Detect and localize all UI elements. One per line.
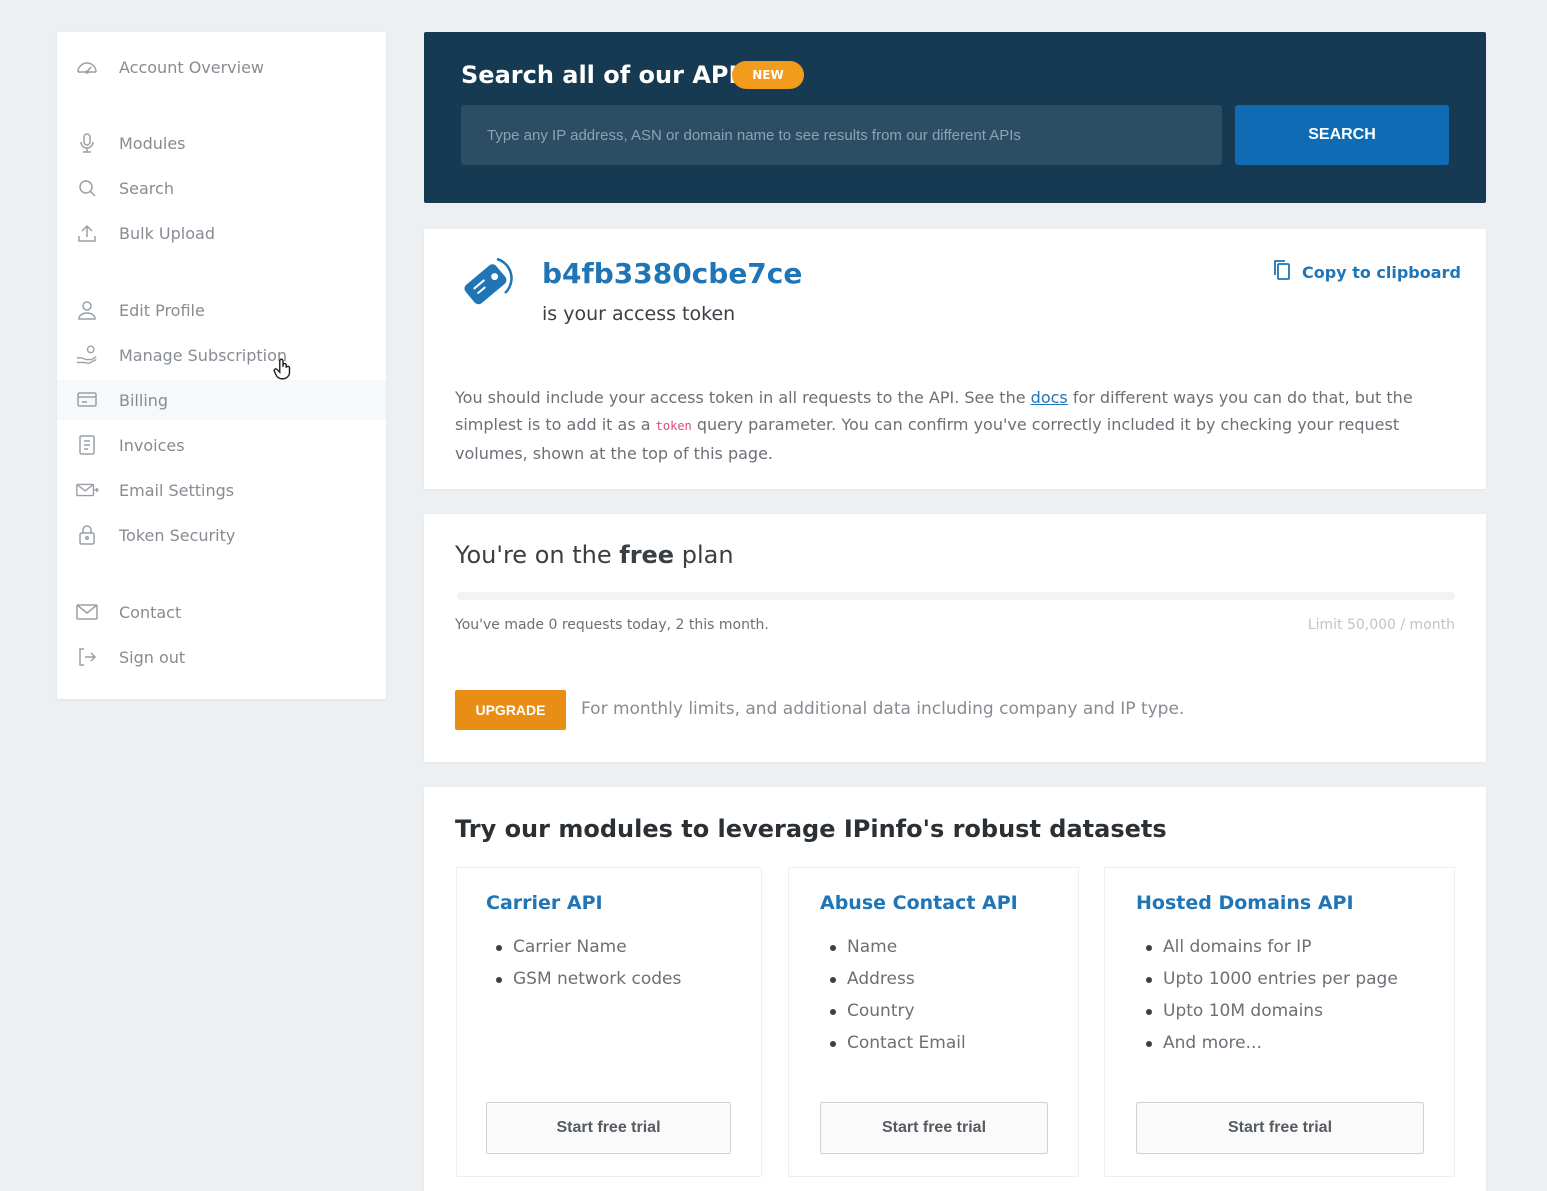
module-carrier-api: Carrier API Carrier Name GSM network cod… (456, 867, 762, 1177)
feature-item: GSM network codes (496, 968, 681, 1000)
sidebar-item-manage-subscription[interactable]: Manage Subscription (57, 335, 386, 375)
new-badge: NEW (732, 61, 804, 89)
copy-label: Copy to clipboard (1302, 262, 1461, 282)
api-search-input[interactable] (461, 105, 1222, 165)
sign-out-icon (75, 645, 99, 669)
sidebar-item-label: Email Settings (119, 480, 235, 500)
module-hosted-domains-api: Hosted Domains API All domains for IP Up… (1104, 867, 1455, 1177)
copy-to-clipboard-button[interactable]: Copy to clipboard (1272, 259, 1461, 285)
token-code: token (655, 419, 692, 433)
sidebar-item-label: Billing (119, 390, 169, 410)
sidebar-item-email-settings[interactable]: Email Settings (57, 470, 386, 510)
sidebar-item-billing[interactable]: Billing (57, 380, 386, 420)
feature-list: Name Address Country Contact Email (830, 936, 966, 1064)
sidebar-item-sign-out[interactable]: Sign out (57, 637, 386, 677)
feature-item: Carrier Name (496, 936, 681, 968)
sidebar-item-label: Manage Subscription (119, 345, 288, 365)
sidebar-item-search[interactable]: Search (57, 168, 386, 208)
feature-item: Upto 1000 entries per page (1146, 968, 1398, 1000)
sidebar-item-label: Invoices (119, 435, 185, 455)
limit-text: Limit 50,000 / month (1307, 617, 1455, 633)
api-search-panel: Search all of our APIs NEW SEARCH (424, 32, 1486, 203)
start-free-trial-button[interactable]: Start free trial (1136, 1102, 1424, 1154)
user-icon (75, 298, 99, 322)
sidebar-item-label: Modules (119, 133, 186, 153)
upgrade-button[interactable]: UPGRADE (455, 690, 566, 730)
module-name[interactable]: Carrier API (486, 892, 603, 914)
dashboard-icon (75, 55, 99, 79)
access-token-subtitle: is your access token (542, 303, 736, 325)
sidebar-item-label: Edit Profile (119, 300, 205, 320)
sidebar-item-label: Sign out (119, 647, 186, 667)
usage-text: You've made 0 requests today, 2 this mon… (455, 617, 769, 633)
modules-title: Try our modules to leverage IPinfo's rob… (455, 815, 1167, 843)
sidebar-item-label: Account Overview (119, 57, 265, 77)
module-abuse-contact-api: Abuse Contact API Name Address Country C… (788, 867, 1079, 1177)
sidebar-item-label: Bulk Upload (119, 223, 215, 243)
feature-list: All domains for IP Upto 1000 entries per… (1146, 936, 1398, 1064)
mail-icon (75, 600, 99, 624)
plan-title: You're on the free plan (455, 541, 734, 569)
access-token-value[interactable]: b4fb3380cbe7ce (542, 257, 802, 290)
sidebar-item-invoices[interactable]: Invoices (57, 425, 386, 465)
search-icon (75, 176, 99, 200)
token-description: You should include your access token in … (455, 388, 1413, 463)
start-free-trial-button[interactable]: Start free trial (820, 1102, 1048, 1154)
sidebar-item-contact[interactable]: Contact (57, 592, 386, 632)
hand-coins-icon (75, 343, 99, 367)
upgrade-description: For monthly limits, and additional data … (581, 699, 1185, 719)
sidebar-item-label: Contact (119, 602, 182, 622)
sidebar-item-label: Token Security (119, 525, 236, 545)
feature-item: All domains for IP (1146, 936, 1398, 968)
access-token-card: b4fb3380cbe7ce is your access token Copy… (424, 229, 1486, 489)
microphone-icon (75, 131, 99, 155)
hand-cursor-icon (270, 356, 296, 386)
copy-icon (1272, 259, 1292, 285)
docs-link[interactable]: docs (1031, 388, 1068, 407)
sidebar-item-modules[interactable]: Modules (57, 123, 386, 163)
sidebar-item-label: Search (119, 178, 174, 198)
sidebar-item-token-security[interactable]: Token Security (57, 515, 386, 555)
feature-item: And more... (1146, 1032, 1398, 1064)
feature-item: Name (830, 936, 966, 968)
envelope-send-icon (75, 478, 99, 502)
billing-icon (75, 388, 99, 412)
sidebar-item-edit-profile[interactable]: Edit Profile (57, 290, 386, 330)
modules-card: Try our modules to leverage IPinfo's rob… (424, 787, 1486, 1191)
sidebar-item-account-overview[interactable]: Account Overview (57, 47, 386, 87)
search-button[interactable]: SEARCH (1235, 105, 1449, 165)
module-name[interactable]: Hosted Domains API (1136, 892, 1354, 914)
feature-list: Carrier Name GSM network codes (496, 936, 681, 1000)
invoice-icon (75, 433, 99, 457)
sidebar-item-bulk-upload[interactable]: Bulk Upload (57, 213, 386, 253)
feature-item: Contact Email (830, 1032, 966, 1064)
tag-icon (457, 253, 521, 313)
sidebar: Account Overview Modules Search Bulk Upl… (57, 32, 386, 699)
upload-icon (75, 221, 99, 245)
plan-card: You're on the free plan You've made 0 re… (424, 514, 1486, 762)
usage-progress-bar (457, 592, 1455, 600)
lock-icon (75, 523, 99, 547)
feature-item: Country (830, 1000, 966, 1032)
module-name[interactable]: Abuse Contact API (820, 892, 1018, 914)
plan-name: free (619, 541, 675, 569)
feature-item: Upto 10M domains (1146, 1000, 1398, 1032)
feature-item: Address (830, 968, 966, 1000)
start-free-trial-button[interactable]: Start free trial (486, 1102, 731, 1154)
search-title: Search all of our APIs (461, 61, 752, 89)
